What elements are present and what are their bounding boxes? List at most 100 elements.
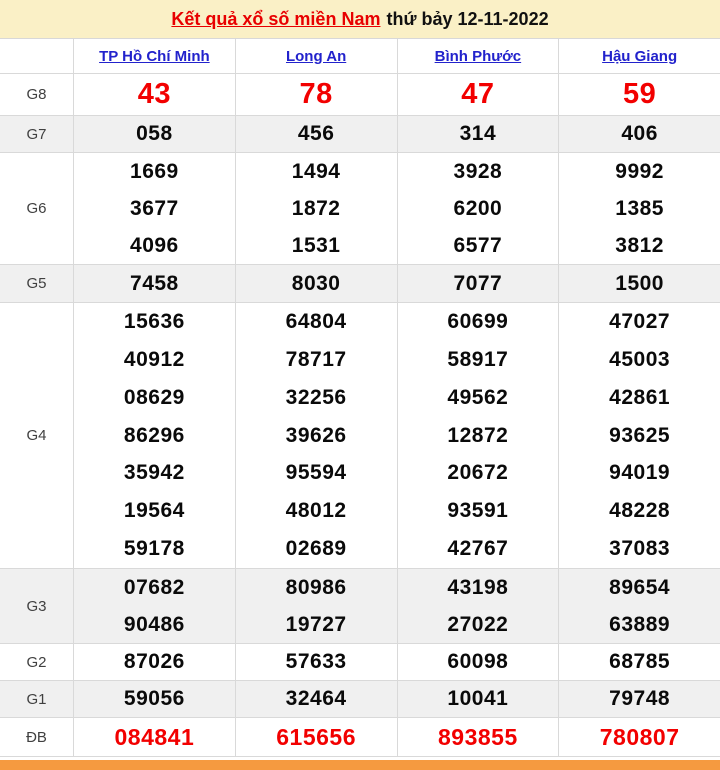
- result-cell: 59056: [73, 681, 235, 717]
- prize-row-g5: G5 7458 8030 7077 1500: [0, 264, 720, 302]
- result-number: 7077: [398, 265, 559, 302]
- result-number: 406: [559, 116, 720, 152]
- prize-row-g2: G2 87026 57633 60098 68785: [0, 643, 720, 680]
- result-cell: 07682 90486: [73, 569, 235, 643]
- result-cell: 1494 1872 1531: [235, 153, 397, 264]
- prize-row-g6: G6 1669 3677 4096 1494 1872 1531 3928 62…: [0, 152, 720, 264]
- result-number: 58917: [398, 341, 559, 379]
- result-number: 90486: [74, 606, 235, 643]
- province-link[interactable]: Hậu Giang: [602, 48, 677, 65]
- result-cell: 893855: [397, 718, 559, 756]
- result-cell: 314: [397, 116, 559, 152]
- result-number: 19727: [236, 606, 397, 643]
- result-number: 80986: [236, 569, 397, 606]
- result-number: 37083: [559, 530, 720, 568]
- result-number: 1531: [236, 227, 397, 264]
- result-cell: 78: [235, 74, 397, 115]
- result-number: 59: [559, 74, 720, 115]
- result-number: 1494: [236, 153, 397, 190]
- result-number: 9992: [559, 153, 720, 190]
- result-number: 456: [236, 116, 397, 152]
- result-number: 63889: [559, 606, 720, 643]
- result-cell: 058: [73, 116, 235, 152]
- prize-row-g3: G3 07682 90486 80986 19727 43198 27022 8…: [0, 568, 720, 643]
- lottery-results-page: Kết quả xổ số miền Nam thứ bảy 12-11-202…: [0, 0, 720, 770]
- result-number: 64804: [236, 303, 397, 341]
- column-header-tp-ho-chi-minh: TP Hồ Chí Minh: [73, 39, 235, 73]
- prize-row-db: ĐB 084841 615656 893855 780807: [0, 717, 720, 756]
- result-number: 45003: [559, 341, 720, 379]
- result-number: 60699: [398, 303, 559, 341]
- result-number: 084841: [74, 718, 235, 756]
- result-number: 78717: [236, 341, 397, 379]
- result-number: 39626: [236, 417, 397, 455]
- result-number: 43198: [398, 569, 559, 606]
- result-cell: 15636 40912 08629 86296 35942 19564 5917…: [73, 303, 235, 568]
- result-cell: 43: [73, 74, 235, 115]
- result-cell: 80986 19727: [235, 569, 397, 643]
- result-number: 3677: [74, 190, 235, 227]
- province-link[interactable]: TP Hồ Chí Minh: [99, 48, 210, 65]
- result-number: 1669: [74, 153, 235, 190]
- result-cell: 87026: [73, 644, 235, 680]
- result-cell: 79748: [558, 681, 720, 717]
- result-cell: 1500: [558, 265, 720, 302]
- result-number: 6200: [398, 190, 559, 227]
- result-number: 47027: [559, 303, 720, 341]
- column-header-row: TP Hồ Chí Minh Long An Bình Phước Hậu Gi…: [0, 38, 720, 73]
- prize-label: G8: [0, 74, 73, 115]
- result-cell: 57633: [235, 644, 397, 680]
- result-cell: 7458: [73, 265, 235, 302]
- result-number: 42861: [559, 379, 720, 417]
- result-cell: 47: [397, 74, 559, 115]
- result-number: 94019: [559, 454, 720, 492]
- result-cell: 59: [558, 74, 720, 115]
- result-number: 058: [74, 116, 235, 152]
- result-number: 40912: [74, 341, 235, 379]
- prize-label: G2: [0, 644, 73, 680]
- result-number: 49562: [398, 379, 559, 417]
- result-number: 57633: [236, 644, 397, 680]
- province-link[interactable]: Bình Phước: [435, 48, 522, 65]
- province-link[interactable]: Long An: [286, 48, 346, 65]
- prize-label: G1: [0, 681, 73, 717]
- result-number: 6577: [398, 227, 559, 264]
- result-number: 93625: [559, 417, 720, 455]
- result-number: 60098: [398, 644, 559, 680]
- result-number: 780807: [559, 718, 720, 756]
- result-number: 19564: [74, 492, 235, 530]
- result-number: 3928: [398, 153, 559, 190]
- result-cell: 60699 58917 49562 12872 20672 93591 4276…: [397, 303, 559, 568]
- result-number: 78: [236, 74, 397, 115]
- result-cell: 406: [558, 116, 720, 152]
- result-number: 59178: [74, 530, 235, 568]
- result-number: 12872: [398, 417, 559, 455]
- prize-label: G7: [0, 116, 73, 152]
- result-number: 08629: [74, 379, 235, 417]
- prize-label: G5: [0, 265, 73, 302]
- result-number: 35942: [74, 454, 235, 492]
- column-header-long-an: Long An: [235, 39, 397, 73]
- result-number: 02689: [236, 530, 397, 568]
- result-cell: 47027 45003 42861 93625 94019 48228 3708…: [558, 303, 720, 568]
- result-number: 32256: [236, 379, 397, 417]
- result-cell: 89654 63889: [558, 569, 720, 643]
- result-number: 27022: [398, 606, 559, 643]
- page-title: Kết quả xổ số miền Nam thứ bảy 12-11-202…: [0, 0, 720, 38]
- result-number: 20672: [398, 454, 559, 492]
- prize-row-g8: G8 43 78 47 59: [0, 73, 720, 115]
- footer-bar: [0, 760, 720, 770]
- result-cell: 64804 78717 32256 39626 95594 48012 0268…: [235, 303, 397, 568]
- result-number: 48228: [559, 492, 720, 530]
- title-link[interactable]: Kết quả xổ số miền Nam: [171, 9, 380, 30]
- result-cell: 68785: [558, 644, 720, 680]
- prize-label: ĐB: [0, 718, 73, 756]
- column-header-binh-phuoc: Bình Phước: [397, 39, 559, 73]
- result-number: 48012: [236, 492, 397, 530]
- result-number: 8030: [236, 265, 397, 302]
- column-header-spacer: [0, 39, 73, 73]
- result-cell: 32464: [235, 681, 397, 717]
- result-cell: 615656: [235, 718, 397, 756]
- result-number: 314: [398, 116, 559, 152]
- result-number: 95594: [236, 454, 397, 492]
